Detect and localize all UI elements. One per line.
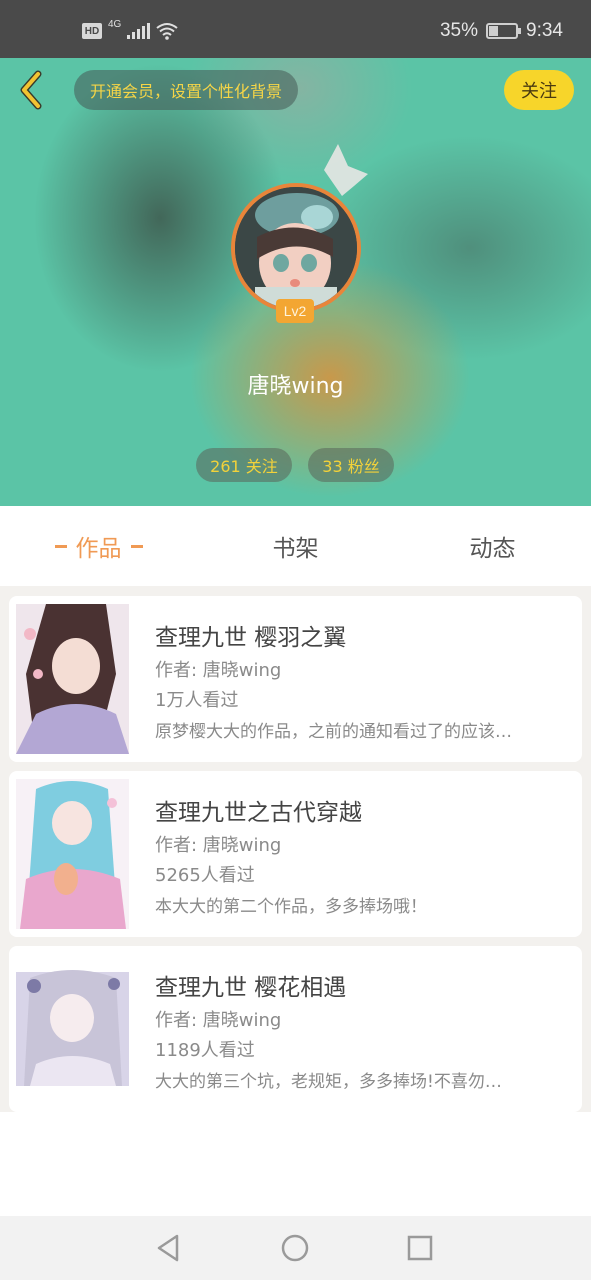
following-count[interactable]: 261 关注 xyxy=(196,448,292,482)
tab-bookshelf[interactable]: 书架 xyxy=(197,506,394,586)
vip-background-prompt[interactable]: 开通会员，设置个性化背景 xyxy=(74,70,299,110)
avatar[interactable] xyxy=(231,183,361,313)
status-right: 35% 9:34 xyxy=(440,20,563,42)
work-title: 查理九世 樱花相遇 xyxy=(155,975,347,1001)
status-left: HD 4G xyxy=(82,18,178,40)
triangle-back-icon[interactable] xyxy=(151,1230,187,1266)
back-icon[interactable] xyxy=(14,70,50,110)
tab-works[interactable]: 作品 xyxy=(0,506,197,586)
work-title: 查理九世 樱羽之翼 xyxy=(155,625,347,651)
profile-header: 开通会员，设置个性化背景 关注 Lv2 唐晓wing 261 关注 33 粉丝 xyxy=(0,58,591,506)
work-cover xyxy=(16,604,129,754)
work-title: 查理九世之古代穿越 xyxy=(155,800,362,826)
tab-bar: 作品 书架 动态 xyxy=(0,506,591,586)
avatar-image xyxy=(235,187,357,309)
work-views: 5265人看过 xyxy=(155,865,255,886)
work-author: 作者: 唐晓wing xyxy=(155,660,282,681)
work-views: 1万人看过 xyxy=(155,690,239,711)
circle-home-icon[interactable] xyxy=(277,1230,313,1266)
work-cover xyxy=(16,779,129,929)
crown-icon xyxy=(324,144,368,196)
follow-button[interactable]: 关注 xyxy=(504,70,574,110)
work-card[interactable]: 查理九世之古代穿越 作者: 唐晓wing 5265人看过 本大大的第二个作品，多… xyxy=(9,771,582,937)
username: 唐晓wing xyxy=(247,374,344,399)
network-type: 4G xyxy=(108,18,122,30)
work-cover xyxy=(16,954,129,1104)
battery-percent: 35% xyxy=(439,20,479,41)
list-empty-area xyxy=(0,1112,591,1216)
work-description: 大大的第三个坑，老规矩，多多捧场!不喜勿… xyxy=(155,1072,502,1092)
work-card[interactable]: 查理九世 樱花相遇 作者: 唐晓wing 1189人看过 大大的第三个坑，老规矩… xyxy=(9,946,582,1112)
square-recent-icon[interactable] xyxy=(402,1230,438,1266)
tab-activity[interactable]: 动态 xyxy=(394,506,591,586)
hd-icon: HD xyxy=(82,23,102,39)
level-badge: Lv2 xyxy=(276,299,314,323)
work-views: 1189人看过 xyxy=(155,1040,255,1061)
work-card[interactable]: 查理九世 樱羽之翼 作者: 唐晓wing 1万人看过 原梦樱大大的作品，之前的通… xyxy=(9,596,582,762)
work-description: 本大大的第二个作品，多多捧场哦！ xyxy=(155,897,427,917)
work-author: 作者: 唐晓wing xyxy=(155,835,282,856)
tab-activity-label: 动态 xyxy=(469,536,516,562)
wifi-icon xyxy=(156,23,178,40)
work-author: 作者: 唐晓wing xyxy=(155,1010,282,1031)
clock: 9:34 xyxy=(526,20,563,41)
followers-count[interactable]: 33 粉丝 xyxy=(308,448,394,482)
tab-indicator-left xyxy=(54,544,67,548)
signal-icon xyxy=(127,23,151,39)
work-description: 原梦樱大大的作品，之前的通知看过了的应该… xyxy=(155,722,512,742)
tab-indicator-right xyxy=(130,544,143,548)
tab-bookshelf-label: 书架 xyxy=(272,536,319,562)
battery-icon xyxy=(486,23,522,39)
status-bar: HD 4G 35% 9:34 xyxy=(0,0,591,58)
tab-works-label: 作品 xyxy=(75,536,122,562)
system-nav-bar xyxy=(0,1216,591,1280)
